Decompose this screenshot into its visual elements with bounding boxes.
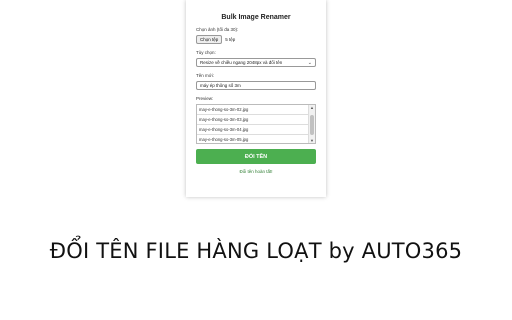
options-select[interactable]: Resize về chiều ngang 2048px và đổi tên … bbox=[196, 58, 316, 67]
list-item: may-e-thong-so-3m-03.jpg bbox=[197, 115, 308, 125]
scroll-up-icon[interactable]: ▲ bbox=[309, 105, 315, 110]
newname-label: Tên mới: bbox=[196, 73, 214, 78]
status-text: Đổi tên hoàn tất! bbox=[239, 169, 273, 174]
file-picker-row: Chọn tệp 5 tệp bbox=[196, 35, 316, 44]
app-title: Bulk Image Renamer bbox=[221, 14, 291, 21]
preview-list[interactable]: may-e-thong-so-3m-02.jpg may-e-thong-so-… bbox=[196, 104, 316, 144]
file-count: 5 tệp bbox=[225, 37, 236, 42]
renamer-panel: Bulk Image Renamer Chọn ảnh (tối đa 30):… bbox=[186, 0, 326, 197]
choose-file-button[interactable]: Chọn tệp bbox=[196, 35, 223, 44]
choose-label: Chọn ảnh (tối đa 30): bbox=[196, 27, 239, 32]
list-item: may-e-thong-so-3m-05.jpg bbox=[197, 135, 308, 143]
preview-label: Preview: bbox=[196, 96, 214, 101]
options-label: Tùy chọn: bbox=[196, 50, 216, 55]
promo-caption: ĐỔI TÊN FILE HÀNG LOẠT by AUTO365 bbox=[49, 239, 463, 263]
rename-button[interactable]: ĐỔI TÊN bbox=[196, 149, 316, 164]
scrollbar-thumb[interactable] bbox=[310, 115, 314, 135]
newname-input[interactable]: máy ép thông số 3m bbox=[196, 81, 316, 90]
list-item: may-e-thong-so-3m-02.jpg bbox=[197, 105, 308, 115]
list-item: may-e-thong-so-3m-04.jpg bbox=[197, 125, 308, 135]
options-selected-value: Resize về chiều ngang 2048px và đổi tên bbox=[200, 60, 283, 65]
scroll-down-icon[interactable]: ▼ bbox=[309, 138, 315, 143]
chevron-down-icon: ⌄ bbox=[307, 59, 312, 66]
newname-value: máy ép thông số 3m bbox=[200, 83, 241, 88]
preview-scrollbar[interactable]: ▲ ▼ bbox=[308, 105, 315, 143]
